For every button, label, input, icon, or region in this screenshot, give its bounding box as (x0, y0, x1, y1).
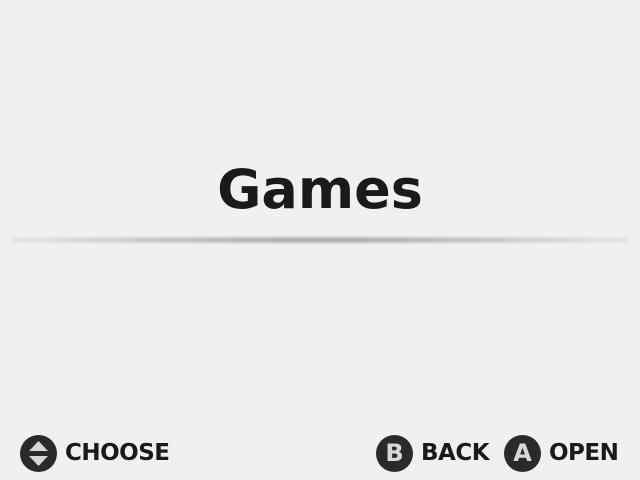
back-hint[interactable]: B BACK (376, 434, 490, 472)
back-label: BACK (421, 440, 490, 466)
choose-label: CHOOSE (65, 440, 170, 466)
open-hint[interactable]: A OPEN (504, 434, 619, 472)
open-label: OPEN (549, 440, 619, 466)
b-button-icon: B (376, 434, 413, 472)
dpad-up-down-icon (20, 434, 57, 472)
choose-hint[interactable]: CHOOSE (20, 434, 170, 472)
menu-screen: Games CHOOSE B BACK A OPEN (0, 0, 640, 480)
menu-title: Games (217, 158, 423, 221)
title-divider (12, 236, 628, 244)
a-button-icon: A (504, 434, 541, 472)
